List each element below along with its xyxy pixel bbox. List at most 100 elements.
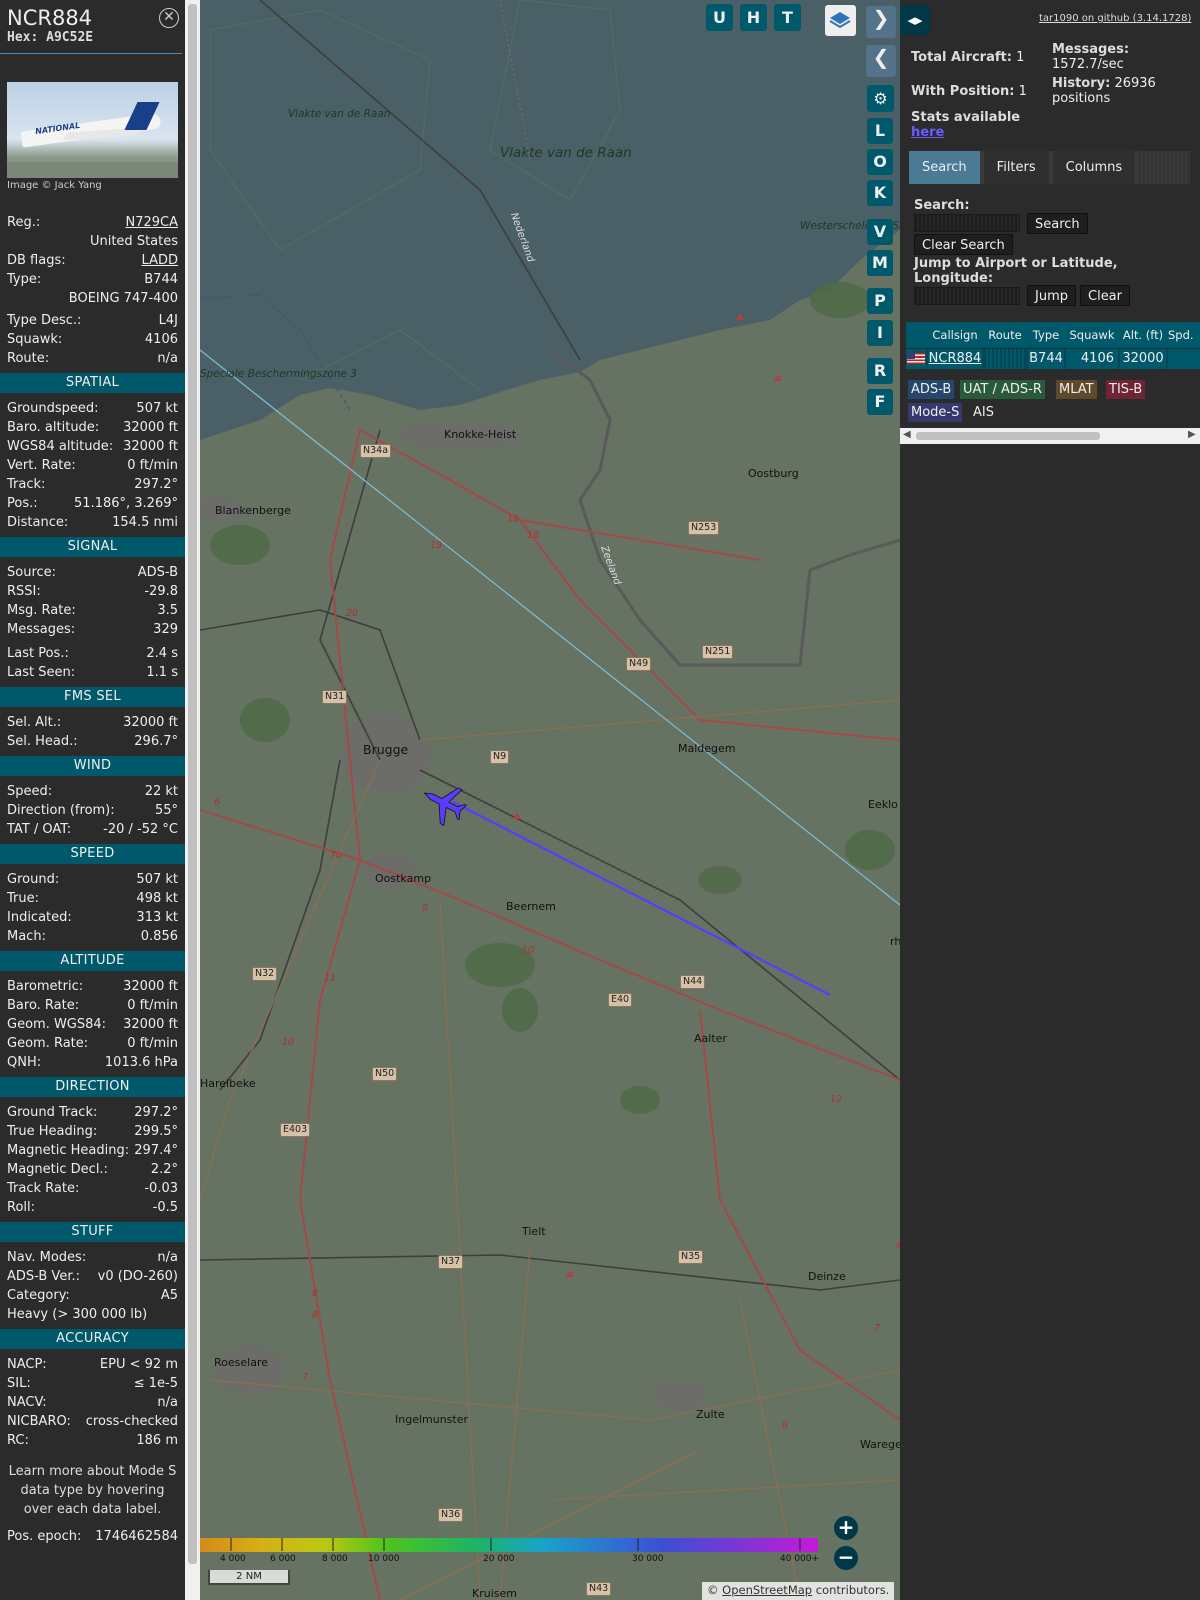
toolbar-i-button[interactable]: I: [867, 320, 893, 346]
info-key[interactable]: Magnetic Decl.:: [7, 1160, 108, 1179]
info-key[interactable]: NACV:: [7, 1393, 47, 1412]
jump-clear-button[interactable]: Clear: [1080, 285, 1130, 306]
toolbar-v-button[interactable]: V: [867, 219, 893, 245]
info-key[interactable]: Roll:: [7, 1198, 35, 1217]
expand-panel-button[interactable]: ❯: [866, 6, 896, 38]
table-hscrollbar[interactable]: ◀ ▶: [900, 428, 1200, 444]
toolbar-o-button[interactable]: O: [867, 149, 893, 175]
info-value: 1013.6 hPa: [104, 1055, 178, 1070]
info-key[interactable]: Distance:: [7, 513, 68, 532]
info-key[interactable]: NACP:: [7, 1355, 47, 1374]
section-accuracy[interactable]: ACCURACY: [0, 1329, 185, 1349]
info-key[interactable]: True:: [7, 889, 39, 908]
map-view[interactable]: Vlakte van de Raan Vlakte van de Raan Spec…: [200, 0, 900, 1600]
scroll-right-icon[interactable]: ▶: [1188, 429, 1196, 440]
info-key[interactable]: Mach:: [7, 927, 46, 946]
info-key[interactable]: Baro. Rate:: [7, 996, 79, 1015]
info-key[interactable]: Sel. Head.:: [7, 732, 78, 751]
info-key[interactable]: Source:: [7, 563, 56, 582]
toolbar-t-button[interactable]: T: [774, 4, 801, 31]
table-row[interactable]: NCR884 B744 4106 32000: [906, 349, 1200, 369]
aircraft-photo[interactable]: NATIONAL: [7, 82, 178, 178]
info-key[interactable]: Messages:: [7, 620, 75, 639]
info-key[interactable]: Geom. Rate:: [7, 1034, 88, 1053]
info-key[interactable]: Indicated:: [7, 908, 72, 927]
tab-filters[interactable]: Filters: [983, 151, 1049, 184]
info-key[interactable]: True Heading:: [7, 1122, 97, 1141]
jump-button[interactable]: Jump: [1027, 285, 1076, 306]
section-altitude[interactable]: ALTITUDE: [0, 951, 185, 971]
info-key[interactable]: Heavy (> 300 000 lb): [7, 1305, 147, 1324]
info-row: BOEING 747-400: [0, 289, 185, 308]
left-panel-scrollbar[interactable]: [185, 0, 200, 1600]
info-key[interactable]: NICBARO:: [7, 1412, 71, 1431]
clear-search-button[interactable]: Clear Search: [914, 234, 1013, 255]
toolbar-m-button[interactable]: M: [867, 250, 893, 276]
section-fms-sel[interactable]: FMS SEL: [0, 687, 185, 707]
close-icon[interactable]: ✕: [159, 8, 179, 28]
info-key[interactable]: Track Rate:: [7, 1179, 79, 1198]
info-key[interactable]: ADS-B Ver.:: [7, 1267, 80, 1286]
section-spatial[interactable]: SPATIAL: [0, 373, 185, 393]
info-key[interactable]: Baro. altitude:: [7, 418, 99, 437]
row-callsign[interactable]: NCR884: [928, 349, 982, 369]
info-key[interactable]: Pos.:: [7, 494, 38, 513]
info-key[interactable]: Magnetic Heading:: [7, 1141, 129, 1160]
toolbar-p-button[interactable]: P: [867, 288, 893, 314]
info-key[interactable]: TAT / OAT:: [7, 820, 71, 839]
info-key[interactable]: Last Pos.:: [7, 644, 69, 663]
info-value: 4106: [144, 332, 178, 347]
toolbar-f-button[interactable]: F: [867, 389, 893, 415]
info-key[interactable]: Speed:: [7, 782, 52, 801]
toolbar-h-button[interactable]: H: [740, 4, 767, 31]
zoom-out-button[interactable]: −: [834, 1546, 858, 1570]
jump-input[interactable]: [914, 287, 1020, 305]
search-button[interactable]: Search: [1027, 213, 1088, 234]
osm-link[interactable]: OpenStreetMap: [722, 1583, 812, 1597]
info-key[interactable]: Barometric:: [7, 977, 83, 996]
toggle-sidebar-icon[interactable]: ◂▸: [900, 5, 930, 35]
info-key[interactable]: Category:: [7, 1286, 70, 1305]
tab-bar: Search Filters Columns: [909, 151, 1190, 184]
road-label: N36: [438, 1508, 464, 1522]
info-value: 1.1 s: [146, 665, 178, 680]
collapse-panel-button[interactable]: ❮: [866, 45, 896, 77]
section-signal[interactable]: SIGNAL: [0, 537, 185, 557]
info-value[interactable]: N729CA: [125, 213, 178, 232]
info-key[interactable]: Sel. Alt.:: [7, 713, 61, 732]
info-key[interactable]: Vert. Rate:: [7, 456, 76, 475]
info-key[interactable]: Ground:: [7, 870, 59, 889]
stats-link[interactable]: here: [911, 125, 944, 140]
info-key[interactable]: QNH:: [7, 1053, 41, 1072]
section-speed[interactable]: SPEED: [0, 844, 185, 864]
info-key[interactable]: RSSI:: [7, 582, 41, 601]
info-key[interactable]: Nav. Modes:: [7, 1248, 86, 1267]
toolbar-r-button[interactable]: R: [867, 358, 893, 384]
info-key[interactable]: RC:: [7, 1431, 29, 1450]
info-key[interactable]: Groundspeed:: [7, 399, 98, 418]
info-key[interactable]: Track:: [7, 475, 45, 494]
info-key[interactable]: WGS84 altitude:: [7, 437, 113, 456]
github-link[interactable]: tar1090 on github (3.14.1728): [1039, 13, 1191, 24]
section-stuff[interactable]: STUFF: [0, 1222, 185, 1242]
info-key[interactable]: Direction (from):: [7, 801, 115, 820]
info-value[interactable]: LADD: [142, 251, 178, 270]
layers-button[interactable]: [825, 5, 856, 36]
info-key[interactable]: Ground Track:: [7, 1103, 97, 1122]
info-key[interactable]: Msg. Rate:: [7, 601, 76, 620]
info-key[interactable]: SIL:: [7, 1374, 31, 1393]
section-wind[interactable]: WIND: [0, 756, 185, 776]
toolbar-k-button[interactable]: K: [867, 180, 893, 206]
tab-columns[interactable]: Columns: [1052, 151, 1136, 184]
section-direction[interactable]: DIRECTION: [0, 1077, 185, 1097]
toolbar-l-button[interactable]: L: [867, 118, 893, 144]
sidebar-panel: ◂▸ tar1090 on github (3.14.1728) Total A…: [900, 0, 1200, 1600]
info-key[interactable]: Last Seen:: [7, 663, 75, 682]
tab-search[interactable]: Search: [909, 151, 980, 184]
scroll-left-icon[interactable]: ◀: [903, 429, 911, 440]
zoom-in-button[interactable]: +: [834, 1516, 858, 1540]
search-input[interactable]: [914, 214, 1020, 232]
settings-button[interactable]: ⚙: [867, 85, 894, 112]
info-key[interactable]: Geom. WGS84:: [7, 1015, 106, 1034]
toolbar-u-button[interactable]: U: [706, 4, 733, 31]
